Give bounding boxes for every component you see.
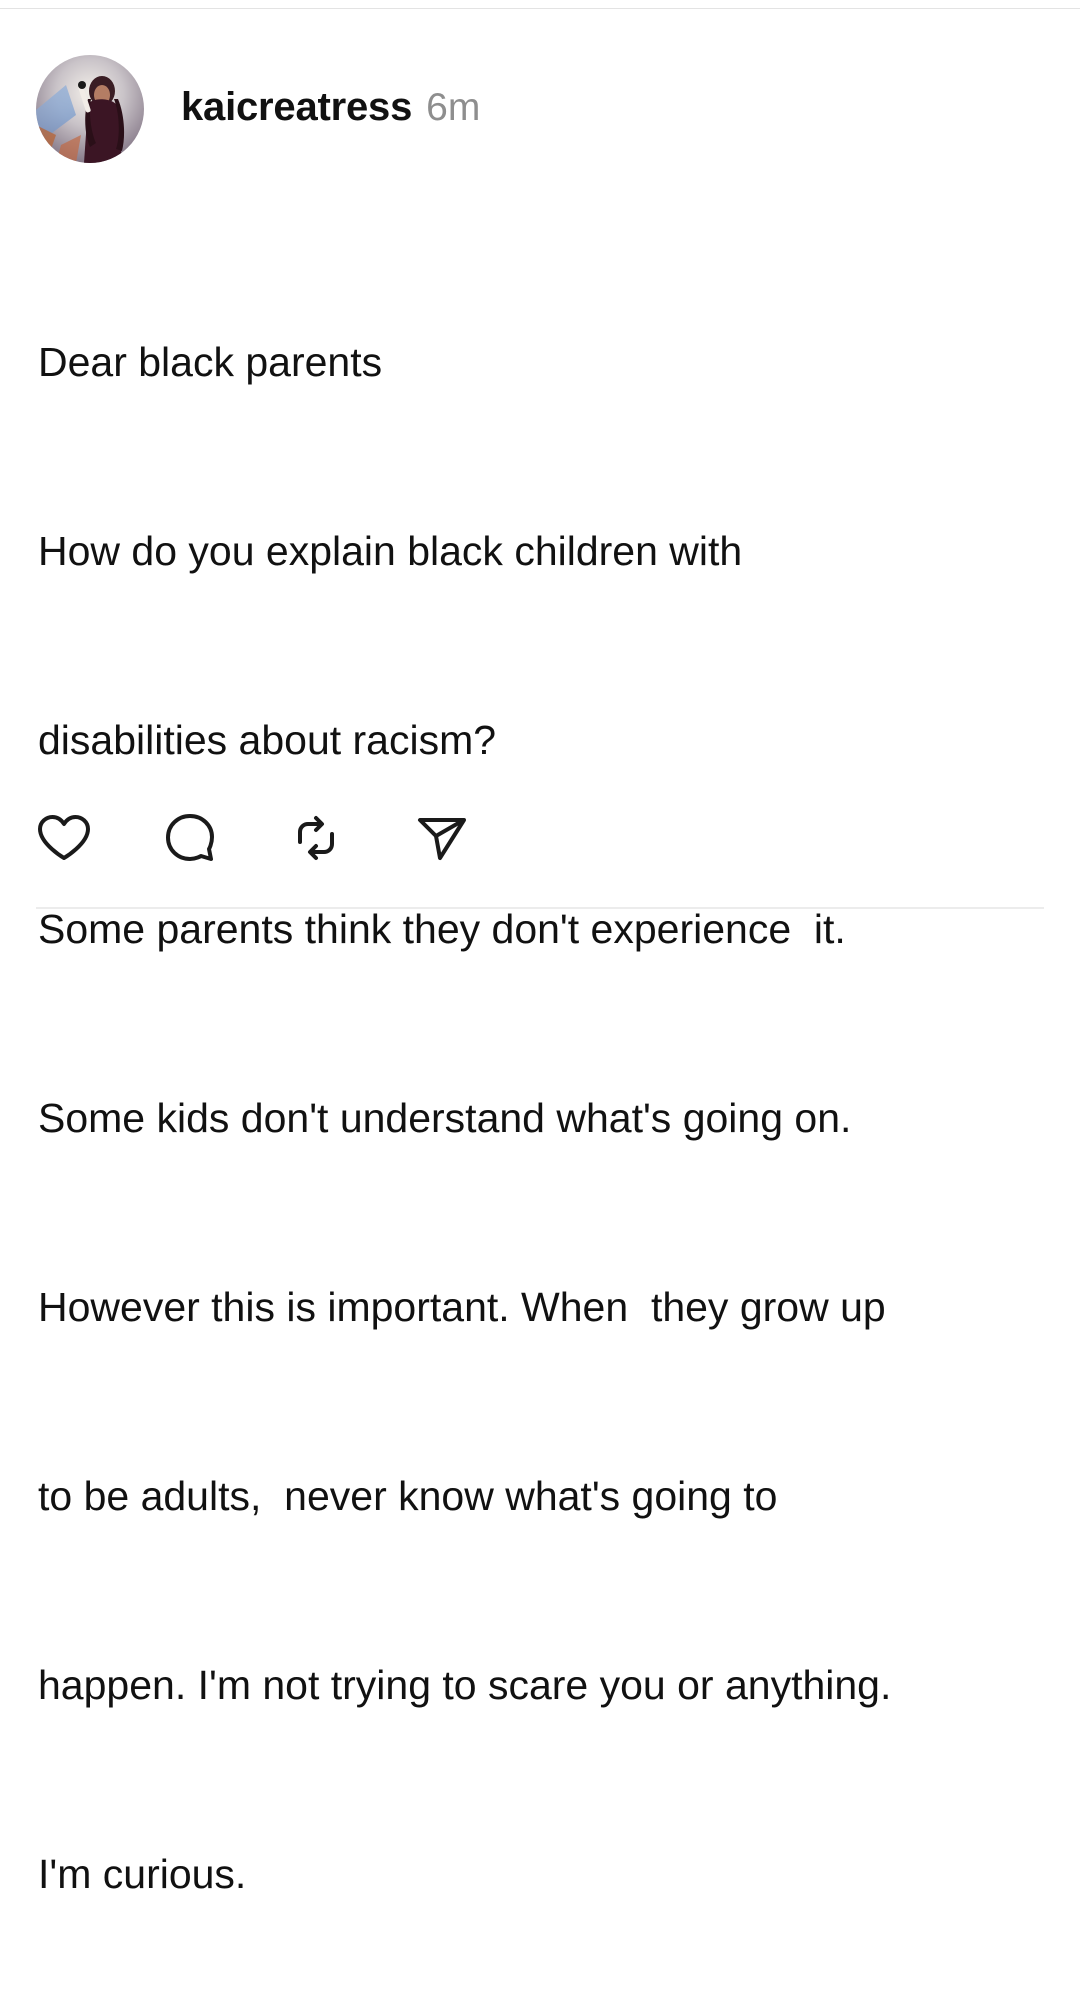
- user-meta: kaicreatress 6m: [181, 85, 480, 130]
- repost-button[interactable]: [288, 810, 344, 866]
- post-divider: [36, 907, 1044, 909]
- comment-bubble-icon: [166, 814, 214, 861]
- post-text-line: How do you explain black children with: [38, 528, 743, 574]
- comment-button[interactable]: [162, 810, 218, 866]
- post-actions: [36, 810, 540, 866]
- post-text-line: to be adults, never know what's going to: [38, 1473, 778, 1519]
- post-header: kaicreatress 6m: [36, 54, 480, 164]
- like-button[interactable]: [36, 810, 92, 866]
- repost-icon: [298, 816, 334, 860]
- post-text-line: happen. I'm not trying to scare you or a…: [38, 1662, 892, 1708]
- post-text-line: Some kids don't understand what's going …: [38, 1095, 852, 1141]
- post-text-line: I'm curious.: [38, 1851, 247, 1897]
- heart-icon: [38, 815, 90, 860]
- post-text: Dear black parents How do you explain bl…: [38, 205, 1048, 1998]
- post-text-line: Dear black parents: [38, 339, 383, 385]
- post-card: kaicreatress 6m Dear black parents How d…: [0, 0, 1080, 1897]
- post-text-line: disabilities about racism?: [38, 717, 497, 763]
- username[interactable]: kaicreatress: [181, 85, 412, 130]
- post-text-line: However this is important. When they gro…: [38, 1284, 886, 1330]
- avatar-image: [36, 55, 144, 163]
- send-icon: [418, 818, 466, 860]
- share-button[interactable]: [414, 810, 470, 866]
- post-timestamp: 6m: [426, 85, 481, 129]
- avatar[interactable]: [36, 55, 144, 163]
